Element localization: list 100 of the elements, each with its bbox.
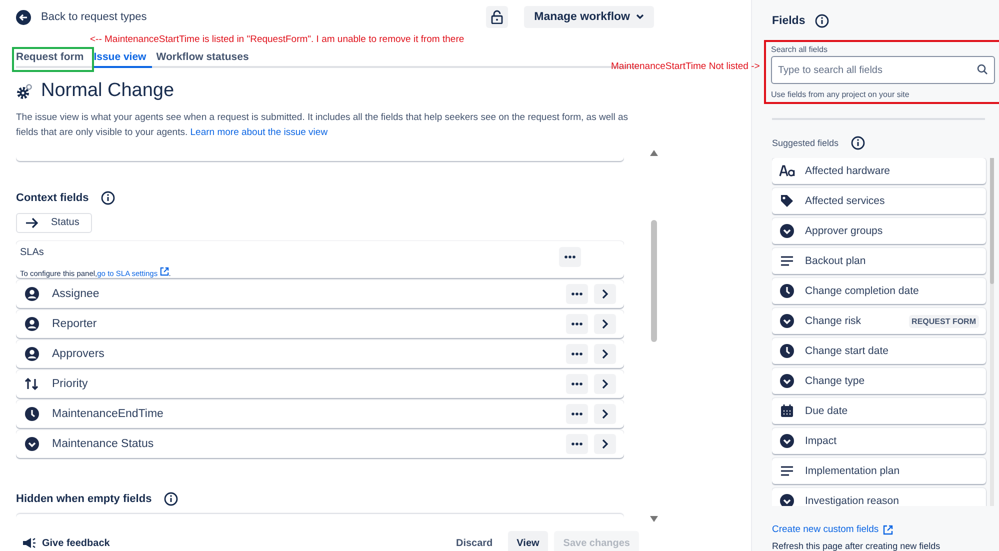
back-link[interactable]: Back to request types bbox=[16, 10, 147, 24]
field-item[interactable]: Approver groups bbox=[772, 218, 986, 244]
info-icon[interactable] bbox=[100, 191, 115, 205]
field-label: Approvers bbox=[52, 348, 106, 360]
more-button[interactable] bbox=[566, 344, 588, 364]
text-icon bbox=[779, 165, 795, 177]
field-row[interactable]: MaintenanceEndTime bbox=[16, 400, 624, 428]
annotation-text: MaintenanceStartTime Not listed -> bbox=[611, 61, 760, 72]
more-icon bbox=[571, 442, 583, 446]
more-button[interactable] bbox=[559, 246, 581, 267]
field-item[interactable]: Investigation reason bbox=[772, 488, 986, 506]
section-heading: Context fields bbox=[16, 192, 89, 204]
clock-icon bbox=[779, 283, 795, 299]
tab[interactable]: Workflow statuses bbox=[156, 51, 255, 68]
person-icon bbox=[24, 346, 40, 362]
field-row[interactable]: Maintenance Status bbox=[16, 430, 624, 458]
field-item[interactable]: Due date bbox=[772, 398, 986, 424]
chevron-right-icon bbox=[601, 408, 609, 419]
page-title: Normal Change bbox=[41, 80, 174, 102]
search-field[interactable]: Type to search all fields bbox=[771, 56, 995, 84]
status-chip[interactable]: Status bbox=[16, 213, 92, 233]
field-label: Due date bbox=[805, 405, 849, 417]
more-button[interactable] bbox=[566, 284, 588, 304]
person-icon bbox=[24, 286, 40, 302]
calendar-icon bbox=[779, 403, 795, 419]
create-fields-link[interactable]: Create new custom fields bbox=[772, 524, 999, 535]
learn-more-link[interactable]: Learn more about the issue view bbox=[190, 127, 328, 138]
field-item[interactable]: Implementation plan bbox=[772, 458, 986, 484]
chevron-circle-icon bbox=[24, 436, 40, 452]
expand-button[interactable] bbox=[594, 284, 616, 304]
expand-button[interactable] bbox=[594, 344, 616, 364]
field-label: Search all fields bbox=[771, 45, 828, 54]
field-item[interactable]: Affected services bbox=[772, 188, 986, 214]
manage-workflow-button[interactable]: Manage workflow bbox=[524, 6, 654, 28]
expand-button[interactable] bbox=[594, 314, 616, 334]
megaphone-icon bbox=[22, 537, 36, 549]
field-label: Change start date bbox=[805, 345, 890, 357]
field-item[interactable]: Change type bbox=[772, 368, 986, 394]
panel-title: SLAs bbox=[20, 246, 45, 258]
search-icon bbox=[977, 64, 988, 75]
field-item[interactable]: Affected hardware bbox=[772, 158, 986, 184]
gears-icon bbox=[16, 82, 33, 100]
field-item[interactable]: Backout plan bbox=[772, 248, 986, 274]
field-label: Priority bbox=[52, 378, 89, 390]
lozenge: REQUEST FORM bbox=[908, 314, 979, 328]
info-icon[interactable] bbox=[815, 14, 830, 28]
expand-button[interactable] bbox=[594, 434, 616, 454]
field-row[interactable]: Priority bbox=[16, 370, 624, 398]
scroll-down-icon[interactable] bbox=[650, 516, 658, 522]
field-item[interactable]: Change completion date bbox=[772, 278, 986, 304]
more-button[interactable] bbox=[566, 314, 588, 334]
action-button[interactable]: View bbox=[508, 531, 548, 551]
field-row[interactable]: Reporter bbox=[16, 310, 624, 338]
more-icon bbox=[571, 322, 583, 326]
field-label: Change completion date bbox=[805, 285, 920, 297]
field-item[interactable]: Impact bbox=[772, 428, 986, 454]
more-button[interactable] bbox=[566, 374, 588, 394]
more-icon bbox=[571, 412, 583, 416]
caret-icon bbox=[636, 14, 644, 20]
field-label: Affected hardware bbox=[805, 165, 892, 177]
field-label: MaintenanceEndTime bbox=[52, 408, 164, 420]
scrollbar[interactable] bbox=[650, 150, 658, 522]
field-row[interactable]: Approvers bbox=[16, 340, 624, 368]
field-item[interactable]: Change start date bbox=[772, 338, 986, 364]
field-label: Affected services bbox=[805, 195, 886, 207]
field-label: Assignee bbox=[52, 288, 100, 300]
field-label: Impact bbox=[805, 435, 838, 447]
info-icon[interactable] bbox=[164, 492, 178, 506]
external-link-icon bbox=[882, 524, 893, 534]
expand-button[interactable] bbox=[594, 404, 616, 424]
more-button[interactable] bbox=[566, 404, 588, 424]
action-button[interactable]: Discard bbox=[446, 531, 502, 551]
more-icon bbox=[571, 382, 583, 386]
tab[interactable]: Issue view bbox=[94, 51, 152, 68]
more-icon bbox=[564, 254, 576, 259]
field-row[interactable]: Assignee bbox=[16, 280, 624, 308]
info-icon[interactable] bbox=[850, 136, 865, 150]
panel-title: Fields bbox=[772, 15, 806, 27]
person-icon bbox=[24, 316, 40, 332]
annotation-text: <-- MaintenanceStartTime is listed in "RequestForm". I am unable to remove it from there bbox=[90, 34, 466, 46]
field-label: Implementation plan bbox=[805, 465, 901, 477]
lock-button[interactable] bbox=[486, 6, 508, 28]
section-heading: Suggested fields bbox=[772, 138, 839, 148]
more-icon bbox=[571, 292, 583, 296]
helper-text: Use fields from any project on your site bbox=[771, 90, 910, 99]
more-button[interactable] bbox=[566, 434, 588, 454]
scroll-up-icon[interactable] bbox=[650, 150, 658, 156]
clock-icon bbox=[779, 343, 795, 359]
feedback-button[interactable]: Give feedback bbox=[16, 537, 441, 549]
field-label: Maintenance Status bbox=[52, 438, 155, 450]
helper-text: Refresh this page after creating new fields bbox=[772, 541, 942, 551]
expand-button[interactable] bbox=[594, 374, 616, 394]
arrow-right-icon bbox=[25, 216, 39, 229]
field-label: Change type bbox=[805, 375, 866, 387]
chevron-circle-icon bbox=[779, 313, 795, 329]
field-item[interactable]: Change risk REQUEST FORM bbox=[772, 308, 986, 334]
field-label: Change risk bbox=[805, 315, 862, 327]
field-label: Backout plan bbox=[805, 255, 867, 267]
tag-icon bbox=[779, 193, 795, 209]
chevron-right-icon bbox=[601, 348, 609, 359]
